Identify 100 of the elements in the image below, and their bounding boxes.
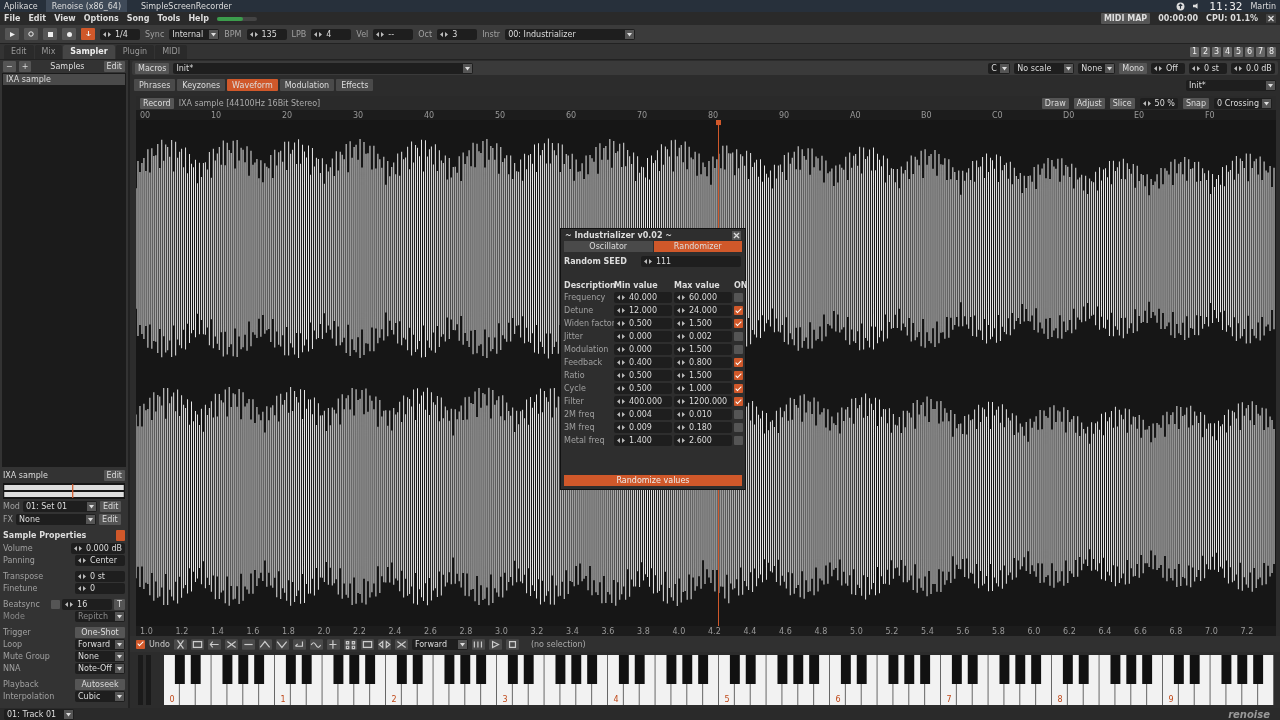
min-field[interactable]: 40.000: [614, 292, 672, 303]
max-field[interactable]: 0.180: [674, 422, 732, 433]
close-icon[interactable]: [1266, 14, 1276, 23]
property-field[interactable]: 16: [62, 599, 113, 610]
property-button[interactable]: Autoseek: [75, 679, 125, 690]
edit-button[interactable]: Edit: [103, 61, 125, 72]
tool-button[interactable]: [241, 638, 255, 650]
spin-arrows-icon[interactable]: [376, 31, 385, 37]
list-button[interactable]: +: [18, 61, 32, 72]
min-field[interactable]: 1.400: [614, 435, 672, 446]
spin-arrows-icon[interactable]: [249, 31, 258, 37]
instrument-dropdown[interactable]: 00: Industrializer: [505, 28, 636, 40]
track-button[interactable]: 6: [1245, 46, 1254, 57]
on-checkbox[interactable]: [734, 397, 743, 406]
min-field[interactable]: 0.004: [614, 409, 672, 420]
track-button[interactable]: 7: [1256, 46, 1265, 57]
seed-field[interactable]: 111: [640, 256, 741, 267]
spin-arrows-icon[interactable]: [1234, 65, 1242, 71]
tool-button[interactable]: [326, 638, 340, 650]
track-button[interactable]: 1: [1190, 46, 1199, 57]
close-icon[interactable]: [732, 230, 741, 240]
spin-arrows-icon[interactable]: [78, 574, 86, 579]
spin-arrows-icon[interactable]: [677, 347, 685, 352]
menu-item[interactable]: File: [4, 14, 21, 23]
tool-button[interactable]: [224, 638, 238, 650]
list-button[interactable]: −: [3, 61, 16, 72]
spin-arrows-icon[interactable]: [677, 438, 685, 443]
min-field[interactable]: 0.500: [614, 318, 672, 329]
midi-map-button[interactable]: MIDI MAP: [1100, 13, 1151, 24]
min-field[interactable]: 400.000: [614, 396, 672, 407]
view-tab[interactable]: Mix: [34, 44, 63, 59]
property-field[interactable]: 0.000 dB: [71, 543, 125, 554]
bpm-field[interactable]: 135: [246, 28, 287, 40]
tool-button[interactable]: [360, 638, 374, 650]
stop-icon[interactable]: [47, 31, 53, 37]
property-field[interactable]: 0: [75, 583, 125, 594]
on-checkbox[interactable]: [734, 371, 743, 380]
spin-arrows-icon[interactable]: [677, 308, 685, 313]
editor-tab[interactable]: Effects: [336, 79, 374, 91]
max-field[interactable]: 0.800: [674, 357, 732, 368]
lpb-field[interactable]: 4: [311, 28, 352, 40]
volume-slider[interactable]: [216, 16, 257, 21]
volume-field[interactable]: 0.0 dB: [1231, 62, 1275, 74]
tool-button[interactable]: [377, 638, 391, 650]
spin-arrows-icon[interactable]: [617, 438, 625, 443]
edit-button[interactable]: Edit: [99, 501, 122, 512]
preset-dropdown[interactable]: Init*: [173, 62, 474, 74]
record-button[interactable]: Record: [140, 97, 174, 109]
sync-dropdown[interactable]: Internal: [169, 28, 220, 40]
menu-item[interactable]: Edit: [28, 14, 47, 23]
max-field[interactable]: 2.600: [674, 435, 732, 446]
beatsync-checkbox[interactable]: [51, 600, 61, 609]
editor-tab[interactable]: Phrases: [134, 79, 176, 91]
randomize-button[interactable]: Randomize values: [564, 475, 742, 486]
taskbar-window[interactable]: SimpleScreenRecorder: [135, 0, 238, 12]
max-field[interactable]: 1200.000: [674, 396, 732, 407]
dialog-tab[interactable]: Oscillator: [564, 241, 653, 252]
on-checkbox[interactable]: [734, 345, 743, 354]
view-tab[interactable]: Edit: [4, 44, 34, 59]
spin-arrows-icon[interactable]: [677, 321, 685, 326]
menu-item[interactable]: Options: [83, 14, 119, 23]
spin-arrows-icon[interactable]: [617, 360, 625, 365]
spin-arrows-icon[interactable]: [314, 31, 323, 37]
on-checkbox[interactable]: [734, 410, 743, 419]
property-button[interactable]: One-Shot: [75, 627, 125, 638]
min-field[interactable]: 0.500: [614, 370, 672, 381]
view-tab[interactable]: Plugin: [115, 44, 155, 59]
property-dropdown[interactable]: Cubic: [75, 691, 125, 702]
on-checkbox[interactable]: [734, 293, 743, 302]
tool-button[interactable]: [207, 638, 221, 650]
spin-arrows-icon[interactable]: [617, 321, 625, 326]
spin-arrows-icon[interactable]: [617, 412, 625, 417]
key-dropdown[interactable]: C: [988, 62, 1011, 74]
spin-arrows-icon[interactable]: [65, 602, 74, 607]
loop-dropdown[interactable]: Forward: [411, 638, 468, 650]
spin-arrows-icon[interactable]: [617, 334, 625, 339]
min-field[interactable]: 0.400: [614, 357, 672, 368]
property-dropdown[interactable]: None: [75, 651, 125, 662]
spin-arrows-icon[interactable]: [677, 425, 685, 430]
spin-arrows-icon[interactable]: [617, 295, 625, 300]
spin-arrows-icon[interactable]: [1192, 65, 1200, 71]
tool-button[interactable]: [343, 638, 357, 650]
editor-tab[interactable]: Keyzones: [177, 79, 226, 91]
play-icon[interactable]: [9, 31, 15, 37]
quantize-dropdown[interactable]: None: [1078, 62, 1116, 74]
spin-arrows-icon[interactable]: [677, 399, 685, 404]
spin-arrows-icon[interactable]: [617, 373, 625, 378]
spin-arrows-icon[interactable]: [74, 546, 82, 551]
spin-arrows-icon[interactable]: [617, 386, 625, 391]
tool-button[interactable]: [258, 638, 272, 650]
track-button[interactable]: 5: [1234, 46, 1243, 57]
draw-button[interactable]: Draw: [1041, 97, 1069, 109]
tool-button[interactable]: [292, 638, 306, 650]
piano-keyboard-drawing[interactable]: [164, 655, 1274, 705]
track-button[interactable]: 4: [1223, 46, 1232, 57]
spin-arrows-icon[interactable]: [677, 360, 685, 365]
app-menu[interactable]: Aplikace: [4, 1, 38, 11]
max-field[interactable]: 1.500: [674, 318, 732, 329]
tool-button[interactable]: [471, 638, 485, 650]
edit-button[interactable]: Edit: [103, 470, 125, 481]
